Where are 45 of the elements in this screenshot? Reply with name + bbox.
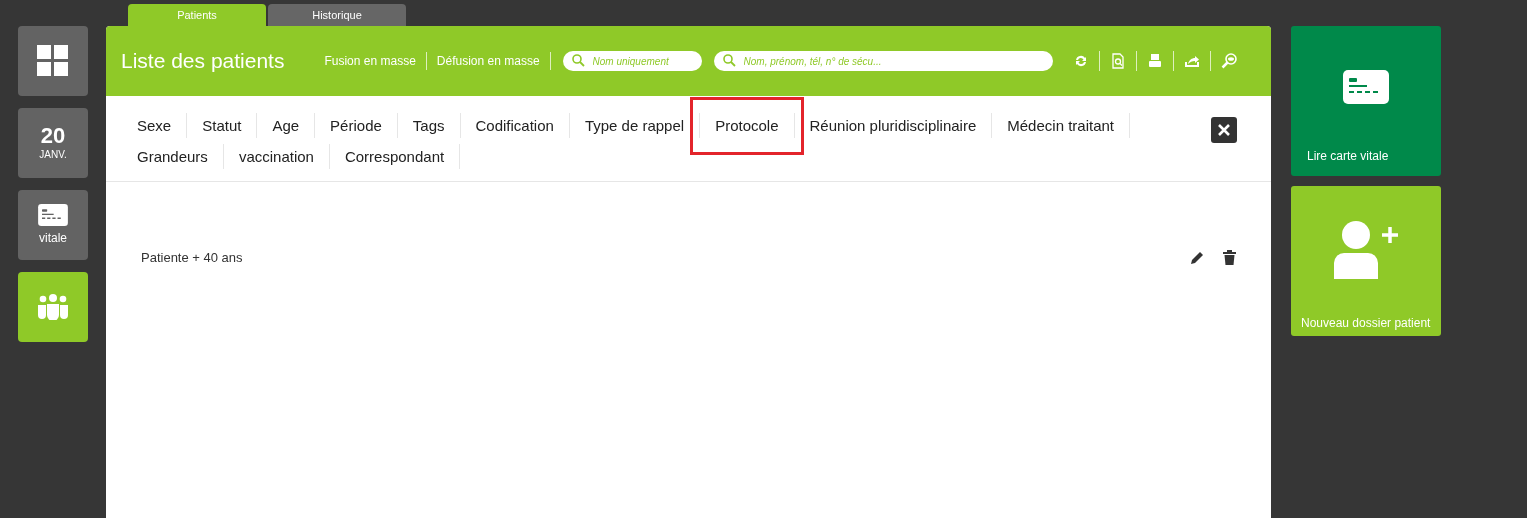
action-tile[interactable]: Lire carte vitale	[1291, 26, 1441, 176]
filter-tab[interactable]: Période	[315, 115, 397, 136]
filter-tab[interactable]: Type de rappel	[569, 115, 700, 136]
filter-tab[interactable]: Grandeurs	[122, 146, 223, 167]
document-search-icon	[1109, 53, 1126, 69]
card-icon	[1343, 69, 1389, 104]
nav-tile[interactable]: 20 JANV.	[18, 108, 88, 178]
filter-tab[interactable]: Sexe	[122, 115, 187, 136]
card-icon	[38, 203, 68, 226]
search-icon	[571, 54, 585, 67]
nav-tile[interactable]	[18, 26, 88, 96]
page-title: Liste des patients	[121, 48, 285, 75]
filter-tab[interactable]: Réunion pluridisciplinaire	[794, 115, 992, 136]
tile-label: Lire carte vitale	[1306, 148, 1389, 165]
date-day: 20	[40, 124, 66, 148]
add-person-icon	[1334, 221, 1398, 279]
search-field[interactable]: Nom, prénom, tél, n° de sécu...	[713, 51, 1053, 71]
filter-tab[interactable]: Tags	[397, 115, 460, 136]
tab[interactable]: Historique	[268, 4, 406, 26]
delete-button[interactable]	[1223, 250, 1236, 266]
close-icon	[1217, 123, 1231, 137]
share-icon	[1183, 53, 1200, 69]
search-field[interactable]: Nom uniquement	[562, 51, 702, 71]
filter-tab[interactable]: Codification	[460, 115, 569, 136]
filter-tab[interactable]: Statut	[187, 115, 257, 136]
filter-tab[interactable]: Médecin traitant	[992, 115, 1129, 136]
nav-label: vitale	[39, 229, 67, 247]
close-button[interactable]	[1211, 117, 1237, 143]
pencil-icon	[1190, 250, 1205, 266]
date-month: JANV.	[39, 148, 67, 162]
search-icon	[722, 54, 736, 67]
printer-icon	[1146, 53, 1163, 69]
group-icon	[37, 294, 69, 320]
filter-tab[interactable]: Age	[257, 115, 315, 136]
edit-button[interactable]	[1190, 250, 1205, 266]
filter-tab[interactable]: vaccination	[223, 146, 329, 167]
trash-icon	[1223, 250, 1236, 266]
grid-icon	[37, 45, 69, 77]
nav-tile[interactable]	[18, 272, 88, 342]
nav-tile[interactable]: vitale	[18, 190, 88, 260]
tile-label: Nouveau dossier patient	[1300, 315, 1431, 332]
magnifier-eye-icon	[1220, 53, 1237, 69]
filter-tab[interactable]: Protocole	[693, 99, 801, 152]
filter-tab[interactable]: Correspondant	[329, 146, 460, 167]
saved-filter-label: Patiente + 40 ans	[141, 249, 243, 267]
